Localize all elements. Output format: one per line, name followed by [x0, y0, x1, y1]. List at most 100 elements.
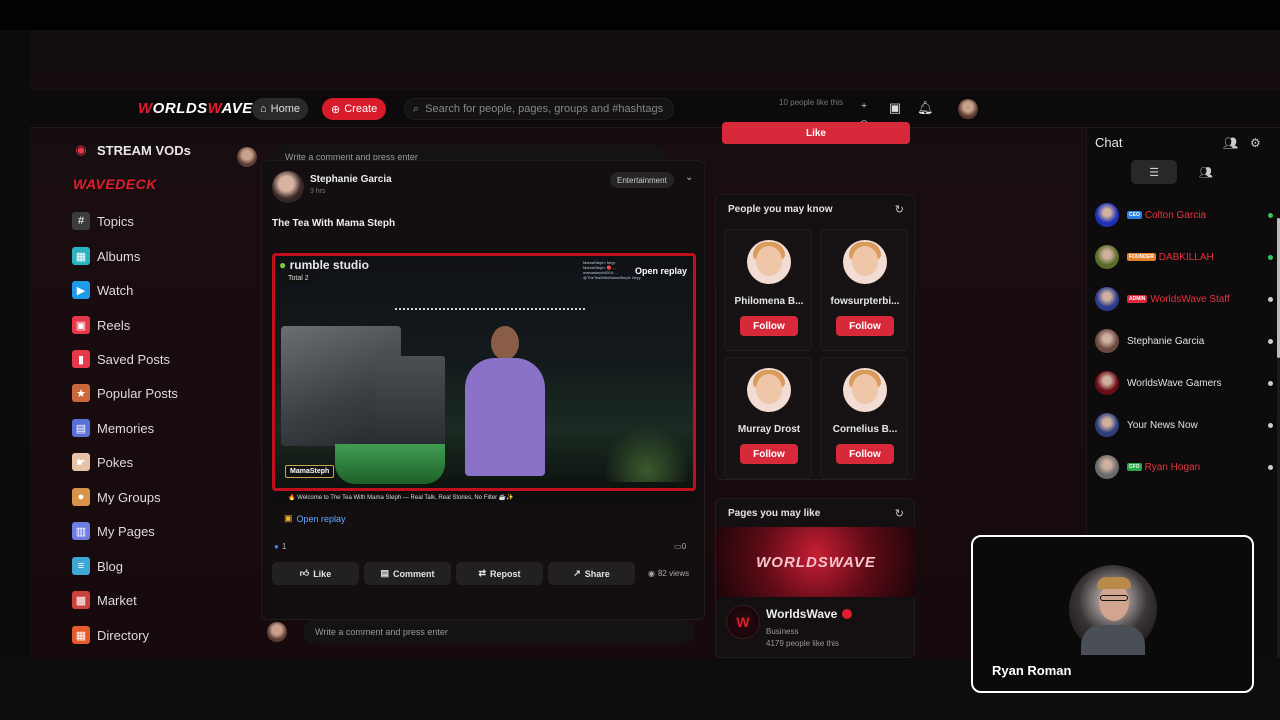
chat-contact[interactable]: FOUNDER DABKILLAH	[1095, 244, 1275, 270]
post-author-name[interactable]: Stephanie Garcia	[310, 174, 392, 185]
page-banner[interactable]: WORLDSWAVE	[716, 527, 916, 597]
video-scene-tub	[335, 444, 445, 484]
albums-icon: ▦	[72, 247, 90, 265]
popular-icon: ★	[72, 384, 90, 402]
sidebar-item-pokes[interactable]: ☛ Pokes	[40, 450, 133, 474]
sidebar-item-my-groups[interactable]: ● My Groups	[40, 485, 161, 509]
page-logo[interactable]: W	[726, 605, 760, 639]
open-replay-overlay[interactable]: Open replay	[635, 266, 687, 276]
sidebar-item-blog[interactable]: ≡ Blog	[40, 554, 123, 578]
like-button[interactable]: 👍︎ Like	[272, 562, 359, 585]
chat-contact[interactable]: WorldsWave Gamers	[1095, 370, 1275, 396]
avatar	[1095, 287, 1119, 311]
avatar[interactable]	[843, 240, 887, 284]
watch-icon: ▶	[72, 281, 90, 299]
sidebar-item-stream-vods[interactable]: ◉ STREAM VODs	[40, 138, 191, 162]
offline-status-dot	[1268, 297, 1273, 302]
profile-avatar[interactable]	[958, 99, 978, 119]
sidebar-item-reels[interactable]: ▣ Reels	[40, 313, 130, 337]
role-badge: ADMIN	[1127, 295, 1148, 303]
avatar	[237, 147, 257, 167]
person-suggestion: Murray Drost Follow	[724, 357, 812, 479]
offline-status-dot	[1268, 339, 1273, 344]
gear-icon[interactable]: ⚙	[1250, 136, 1261, 150]
chevron-down-icon[interactable]: ⌄	[685, 172, 693, 183]
offline-status-dot	[1268, 423, 1273, 428]
hash-icon: #	[72, 212, 90, 230]
post-title: The Tea With Mama Steph	[272, 218, 396, 229]
post-time[interactable]: 3 hrs	[310, 188, 326, 195]
tab-contacts[interactable]: ☰	[1131, 160, 1177, 184]
wavedeck-logo[interactable]: WAVEDECK	[73, 176, 157, 192]
person-name[interactable]: fowsurpterbi...	[821, 296, 909, 307]
page-like-button[interactable]: Like	[722, 122, 910, 144]
sidebar-item-market[interactable]: ▩ Market	[40, 588, 137, 612]
sidebar-label: STREAM VODs	[97, 142, 191, 158]
chat-contact[interactable]: ADMIN WorldsWave Staff	[1095, 286, 1275, 312]
like-reaction-icon: ●	[274, 542, 279, 551]
avatar	[1095, 455, 1119, 479]
reaction-count[interactable]: ● 1	[274, 542, 286, 551]
sidebar-item-directory[interactable]: ▦ Directory	[40, 623, 149, 647]
webcam-feed	[1069, 565, 1157, 655]
group-chat-icon[interactable]: 👥︎	[1223, 136, 1238, 150]
sidebar-item-albums[interactable]: ▦ Albums	[40, 244, 140, 268]
sidebar-label: Blog	[97, 558, 124, 574]
person-name[interactable]: Murray Drost	[725, 424, 813, 435]
open-replay-link[interactable]: ▣ Open replay	[284, 513, 346, 524]
groups-icon: 👥︎	[1199, 166, 1213, 179]
person-name[interactable]: Cornelius B...	[821, 424, 909, 435]
comment-button[interactable]: ▤ Comment	[364, 562, 451, 585]
sidebar-item-watch[interactable]: ▶ Watch	[40, 278, 133, 302]
avatar[interactable]	[843, 368, 887, 412]
sidebar-item-popular-posts[interactable]: ★ Popular Posts	[40, 381, 178, 405]
chat-contact[interactable]: CFO Ryan Hogan	[1095, 454, 1275, 480]
follow-button[interactable]: Follow	[740, 316, 798, 336]
share-button[interactable]: ↗ Share	[548, 562, 635, 585]
chat-contact[interactable]: Stephanie Garcia	[1095, 328, 1275, 354]
verified-icon	[842, 609, 853, 619]
streamer-tag: MamaSteph	[285, 465, 335, 478]
thumbs-up-icon: 👍︎	[299, 568, 310, 578]
post-category-badge[interactable]: Entertainment	[610, 172, 674, 188]
follow-button[interactable]: Follow	[836, 444, 894, 464]
video-player[interactable]: ● rumble studio Total 2 MamaSteph: heyy …	[272, 253, 696, 491]
chat-contact-name: WorldsWave Staff	[1150, 293, 1230, 305]
refresh-icon[interactable]: ↻	[895, 507, 904, 520]
follow-button[interactable]: Follow	[740, 444, 798, 464]
refresh-icon[interactable]: ↻	[895, 203, 904, 216]
replay-icon: ▣	[284, 513, 293, 523]
share-icon: ↗	[573, 568, 581, 578]
comment-input[interactable]: Write a comment and press enter	[303, 620, 695, 644]
avatar	[1095, 203, 1119, 227]
chat-contact[interactable]: Your News Now	[1095, 412, 1275, 438]
sidebar-item-memories[interactable]: ▤ Memories	[40, 416, 154, 440]
sidebar-label: Watch	[97, 282, 134, 298]
sidebar-item-my-pages[interactable]: ▥ My Pages	[40, 519, 155, 543]
role-badge: FOUNDER	[1127, 253, 1156, 261]
bookmark-icon: ▮	[72, 350, 90, 368]
page-name[interactable]: WorldsWave	[766, 607, 853, 621]
pages-title: Pages you may like	[728, 508, 821, 519]
eye-icon: ◉	[648, 569, 655, 578]
groups-icon: ●	[72, 488, 90, 506]
repost-button[interactable]: ⇄ Repost	[456, 562, 543, 585]
post-card: Stephanie Garcia 3 hrs Entertainment ⌄ T…	[261, 160, 705, 620]
role-badge: CEO	[1127, 211, 1142, 219]
post-author-avatar[interactable]	[272, 171, 304, 203]
avatar[interactable]	[747, 240, 791, 284]
sidebar-item-topics[interactable]: # Topics	[40, 209, 134, 233]
person-name[interactable]: Philomena B...	[725, 296, 813, 307]
tab-groups[interactable]: 👥︎	[1183, 160, 1229, 184]
avatar	[1095, 413, 1119, 437]
chat-contact[interactable]: CEO Colton Garcia	[1095, 202, 1275, 228]
follow-button[interactable]: Follow	[836, 316, 894, 336]
bell-icon[interactable]: 🔔︎	[917, 100, 934, 116]
comment-row-bottom: Write a comment and press enter	[261, 616, 705, 648]
avatar[interactable]	[747, 368, 791, 412]
sidebar-label: Albums	[97, 248, 141, 264]
people-you-may-know-card: People you may know ↻ Philomena B... Foll…	[715, 194, 915, 480]
comment-count[interactable]: ▭0	[674, 542, 686, 551]
sidebar-label: Directory	[97, 627, 150, 643]
sidebar-item-saved-posts[interactable]: ▮ Saved Posts	[40, 347, 170, 371]
